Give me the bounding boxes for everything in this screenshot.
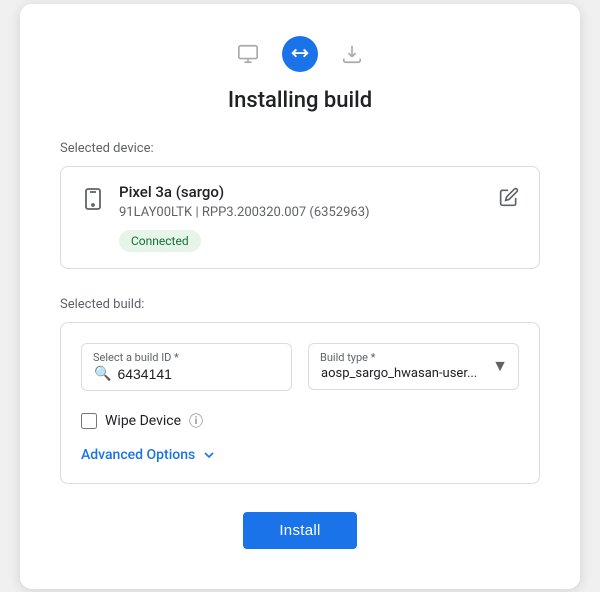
chevron-down-icon: ▼: [492, 356, 508, 376]
chevron-down-icon: [201, 447, 217, 463]
device-name: Pixel 3a (sargo): [119, 183, 485, 201]
step-download-icon: [334, 36, 370, 72]
wipe-device-checkbox[interactable]: [81, 413, 97, 429]
installing-build-dialog: Installing build Selected device: Pixel …: [20, 4, 580, 589]
wipe-device-row: Wipe Device ⓘ: [81, 411, 519, 431]
dialog-title: Installing build: [60, 88, 540, 113]
device-phone-icon: [81, 187, 105, 215]
stepper: [60, 36, 540, 72]
advanced-options-label: Advanced Options: [81, 447, 195, 463]
build-id-input[interactable]: [117, 366, 279, 382]
build-type-select[interactable]: aosp_sargo_hwasan-user... ▼: [308, 343, 519, 390]
build-section-label: Selected build:: [60, 297, 540, 312]
device-serial: 91LAY00LTK | RPP3.200320.007 (6352963): [119, 205, 485, 220]
wipe-device-label[interactable]: Wipe Device: [105, 413, 181, 429]
device-card: Pixel 3a (sargo) 91LAY00LTK | RPP3.20032…: [60, 166, 540, 269]
device-section-label: Selected device:: [60, 141, 540, 156]
help-icon[interactable]: ⓘ: [189, 411, 203, 431]
step-monitor-icon: [230, 36, 266, 72]
build-card: Select a build ID * 🔍 Build type * aosp_…: [60, 322, 540, 484]
search-icon: 🔍: [94, 366, 111, 382]
build-id-input-wrap[interactable]: 🔍: [81, 343, 292, 391]
build-inputs-row: Select a build ID * 🔍 Build type * aosp_…: [81, 343, 519, 391]
build-id-field: Select a build ID * 🔍: [81, 343, 292, 391]
build-type-field: Build type * aosp_sargo_hwasan-user... ▼: [308, 343, 519, 391]
status-badge: Connected: [119, 230, 201, 252]
advanced-options-toggle[interactable]: Advanced Options: [81, 447, 519, 463]
install-button[interactable]: Install: [243, 512, 356, 549]
step-transfer-icon: [282, 36, 318, 72]
edit-device-icon[interactable]: [499, 187, 519, 211]
device-info: Pixel 3a (sargo) 91LAY00LTK | RPP3.20032…: [119, 183, 485, 252]
